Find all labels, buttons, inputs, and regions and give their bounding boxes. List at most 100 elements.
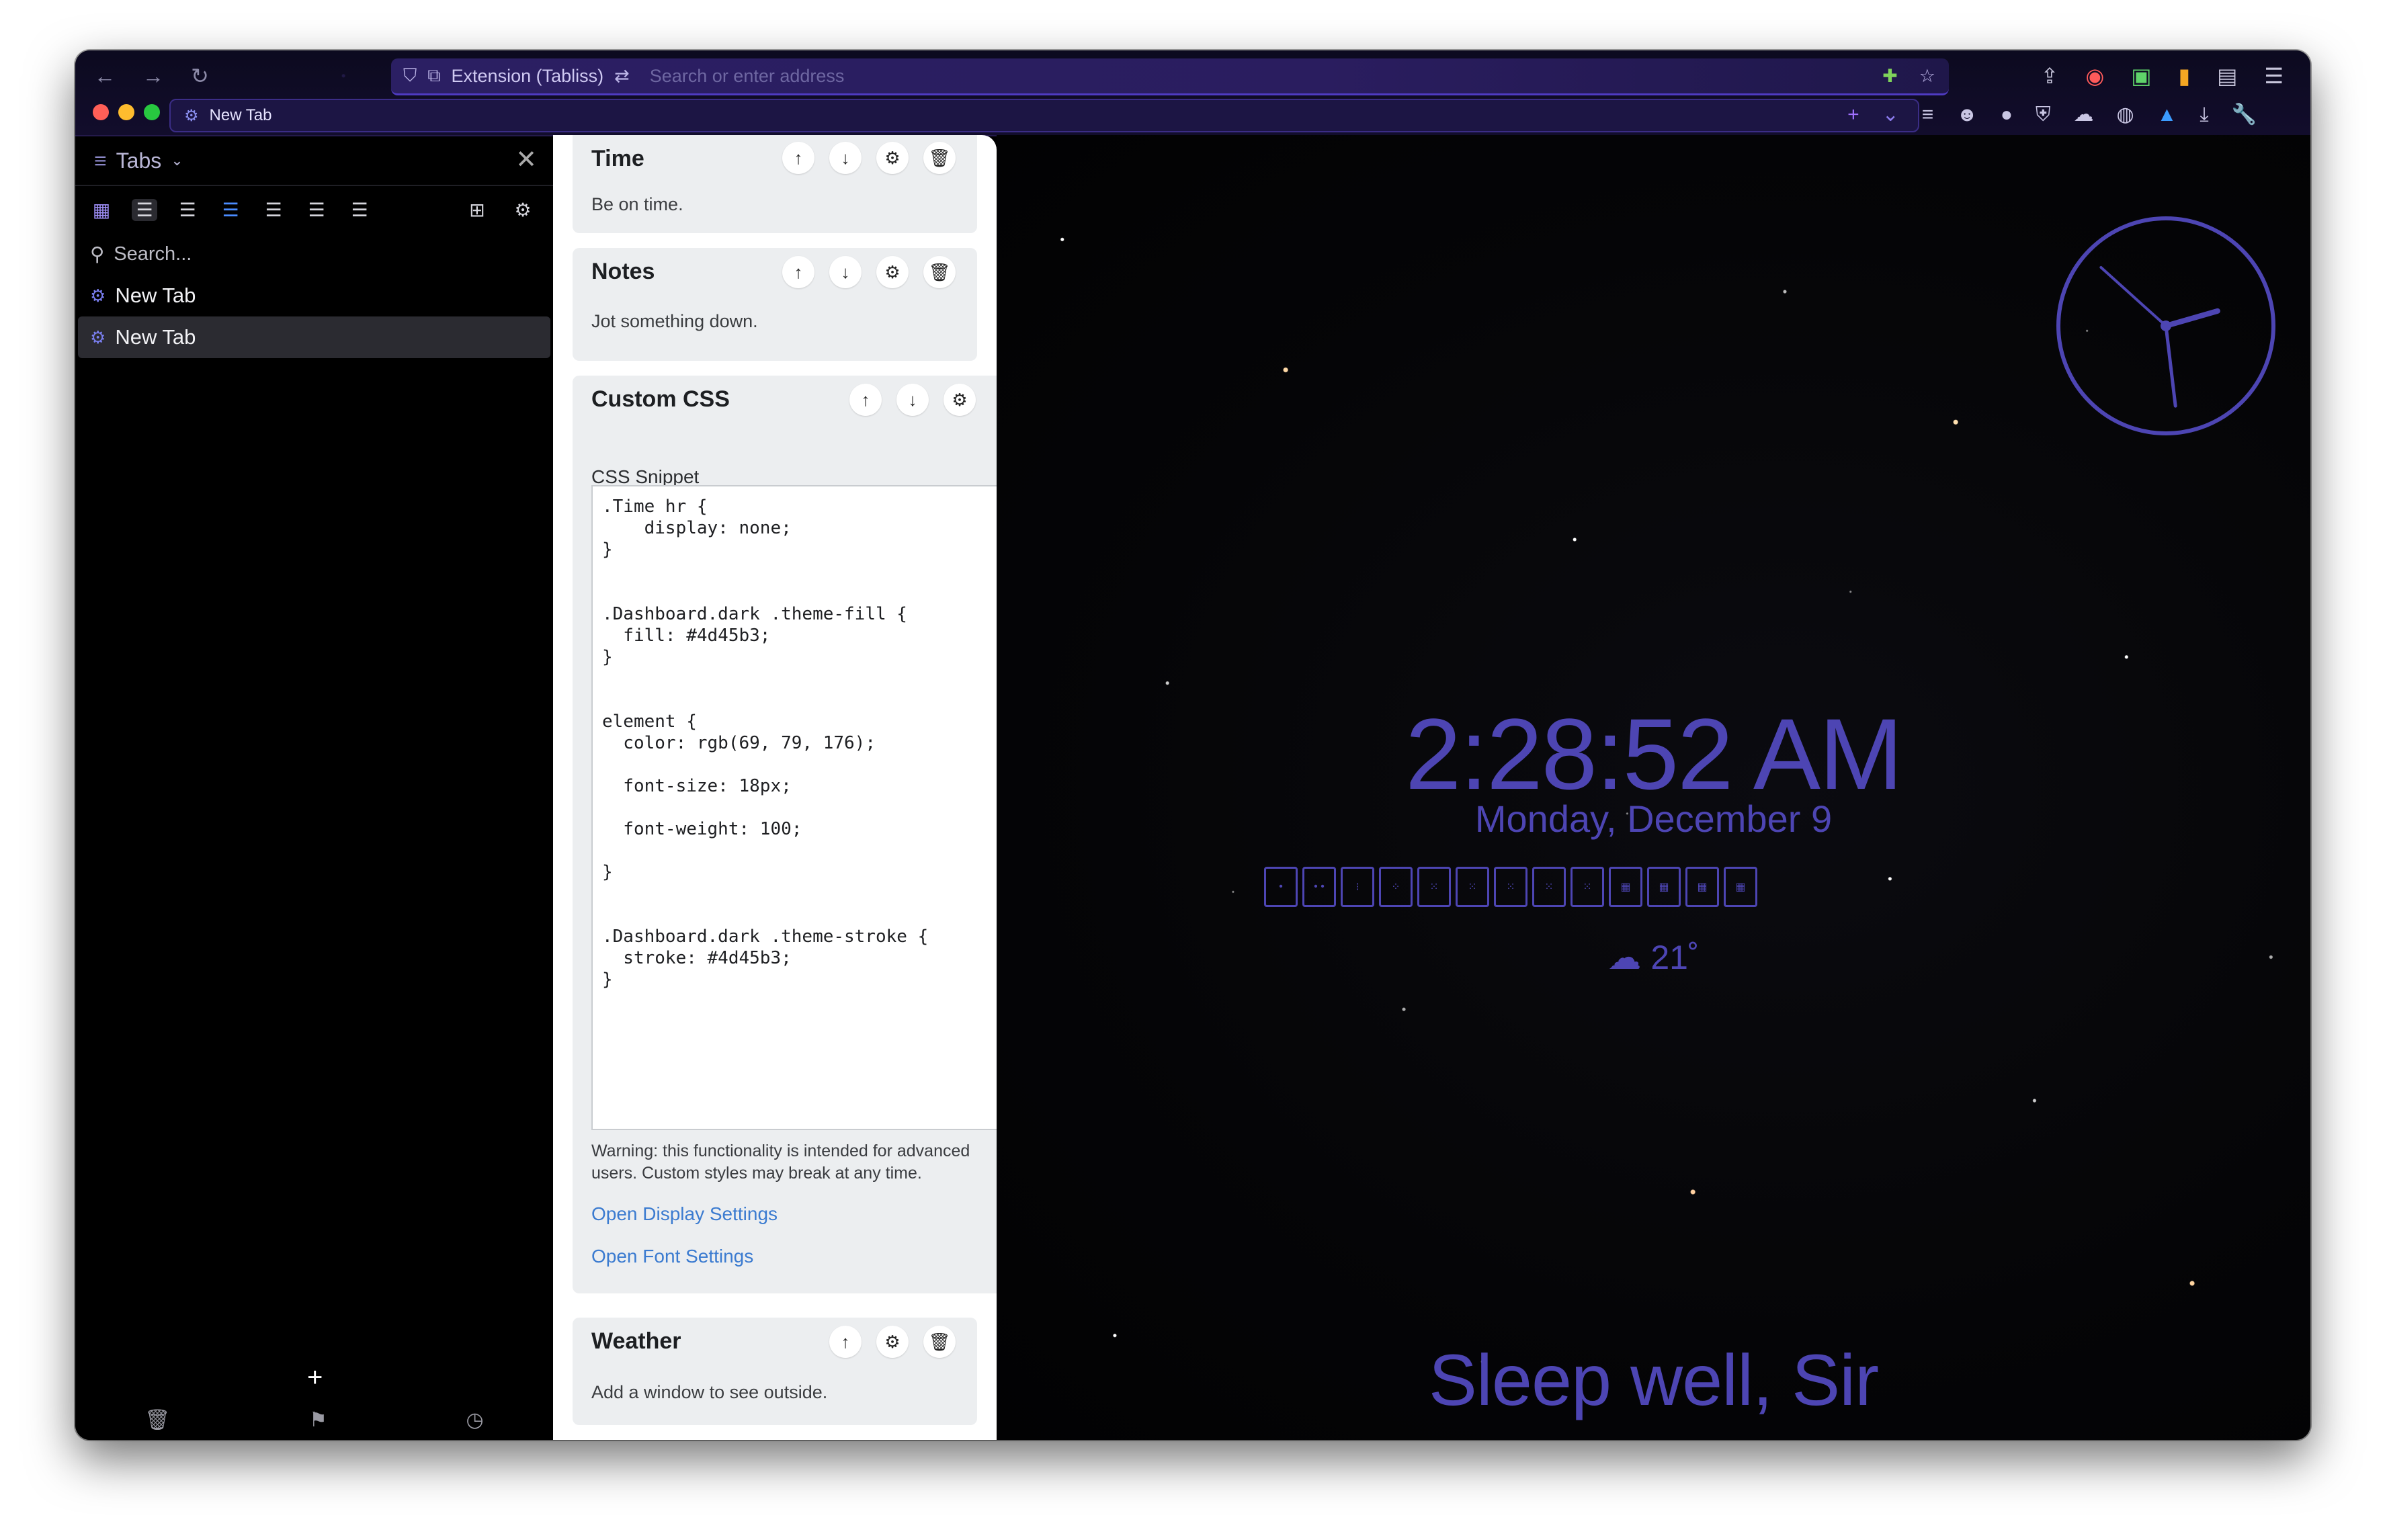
bookmark-star-icon[interactable]: ☆ xyxy=(1919,66,1935,87)
bluelock-extension-icon[interactable]: ▲ xyxy=(2157,100,2177,130)
sidebar-title[interactable]: Tabs xyxy=(116,148,162,173)
share-icon[interactable]: ⇪ xyxy=(2041,60,2059,92)
toolbar-right-icons: + ⌄ ≡ ☻ ● ⛨ ☁ ◍ ▲ ⤓ 🔧 xyxy=(1847,100,2257,130)
sidebar-search[interactable]: ⚲ Search... xyxy=(75,233,553,275)
card-title: Weather xyxy=(591,1328,681,1354)
move-down-icon[interactable]: ↓ xyxy=(829,142,862,174)
open-font-settings-link[interactable]: Open Font Settings xyxy=(591,1246,753,1267)
card-description: Add a window to see outside. xyxy=(591,1382,828,1402)
card-description: Jot something down. xyxy=(591,311,758,331)
clipboard-icon[interactable]: ▤ xyxy=(2217,60,2237,92)
browser-toolbar: ← → ↻ ⛉ ⧉ Extension (Tabliss) ⇄ Search o… xyxy=(75,50,2310,136)
sidebar-tabs-icon: ≡ xyxy=(94,148,107,173)
die-icon: ▦ xyxy=(1609,867,1642,907)
move-up-icon[interactable]: ↑ xyxy=(849,384,882,416)
card-actions: ↑ ⚙ 🗑 xyxy=(829,1326,956,1358)
compact-view-icon[interactable]: ☰ xyxy=(304,199,329,221)
tree-view-icon[interactable]: ☰ xyxy=(175,199,200,221)
owl-extension-icon[interactable]: ☻ xyxy=(1956,100,1978,130)
cloud-extension-icon[interactable]: ☁ xyxy=(2073,100,2093,130)
delete-trash-icon[interactable]: 🗑 xyxy=(923,1326,956,1358)
puzzle-icon[interactable]: ✚ xyxy=(1882,66,1898,87)
die-icon: ⁙ xyxy=(1532,867,1566,907)
sidebar-tab-item[interactable]: ⚙ New Tab xyxy=(78,275,550,316)
shield-icon[interactable]: ⛉ xyxy=(403,65,417,87)
delete-trash-icon[interactable]: 🗑 xyxy=(923,142,956,174)
forward-icon[interactable]: → xyxy=(142,60,164,92)
move-down-icon[interactable]: ↓ xyxy=(829,256,862,288)
die-icon: ▦ xyxy=(1685,867,1719,907)
url-bar[interactable]: ⛉ ⧉ Extension (Tabliss) ⇄ Search or ente… xyxy=(391,58,1949,95)
minimize-window-button[interactable] xyxy=(118,104,134,120)
sidebar-header: ≡ Tabs ⌄ ✕ xyxy=(75,136,553,186)
tab-favicon-icon: ⚙ xyxy=(90,327,106,347)
ublock-icon[interactable]: ⛨ xyxy=(2036,100,2051,130)
address-input[interactable]: Search or enter address xyxy=(650,66,845,87)
zoom-window-button[interactable] xyxy=(144,104,160,120)
scribble-extension-icon[interactable]: ◉ xyxy=(2085,60,2104,92)
sidebar-footer: 🗑 ⚑ ◷ xyxy=(75,1408,553,1432)
download-icon[interactable]: ⤓ xyxy=(2200,100,2208,130)
die-icon: • xyxy=(1264,867,1298,907)
move-up-icon[interactable]: ↑ xyxy=(782,142,814,174)
grid-view-icon[interactable]: ▦ xyxy=(89,199,114,221)
move-down-icon[interactable]: ↓ xyxy=(896,384,929,416)
flat-view-icon[interactable]: ☰ xyxy=(347,199,372,221)
trash-icon[interactable]: 🗑 xyxy=(144,1408,170,1432)
cloud-icon: ☁ xyxy=(1607,939,1642,976)
nav-buttons: ← → ↻ xyxy=(94,60,209,92)
hour-hand xyxy=(2163,308,2220,329)
move-up-icon[interactable]: ↑ xyxy=(782,256,814,288)
card-title: Notes xyxy=(591,259,655,284)
new-tab-plus-icon[interactable]: + xyxy=(1847,100,1859,130)
minute-hand xyxy=(2164,324,2177,408)
add-tab-button[interactable]: + xyxy=(307,1363,323,1393)
sidebar-tab-item-selected[interactable]: ⚙ New Tab xyxy=(78,316,550,358)
tab-favicon-icon: ⚙ xyxy=(184,106,199,125)
outline-view-icon[interactable]: ☰ xyxy=(218,199,243,221)
settings-gear-icon[interactable]: ⚙ xyxy=(876,1326,909,1358)
settings-gear-icon[interactable]: ⚙ xyxy=(876,142,909,174)
dashboard: 2:28:52 AM Monday, December 9 • • • ⁝ ⁘ … xyxy=(997,135,2310,1440)
reload-icon[interactable]: ↻ xyxy=(191,60,209,92)
move-up-icon[interactable]: ↑ xyxy=(829,1326,862,1358)
card-actions: ↑ ↓ ⚙ 🗑 xyxy=(782,256,956,288)
active-tab[interactable]: New Tab xyxy=(210,106,272,125)
die-icon: ⁙ xyxy=(1571,867,1604,907)
delete-trash-icon[interactable]: 🗑 xyxy=(923,256,956,288)
extension-label: Extension (Tabliss) xyxy=(451,65,604,86)
temperature-value: 21˚ xyxy=(1650,939,1700,976)
permissions-icon[interactable]: ⇄ xyxy=(614,66,630,87)
close-window-button[interactable] xyxy=(93,104,109,120)
s-extension-icon[interactable]: ▣ xyxy=(2131,60,2151,92)
greeting-text: Sleep well, Sir xyxy=(1428,1339,1879,1420)
list-view-icon[interactable]: ☰ xyxy=(132,198,157,221)
tab-list-chevron-icon[interactable]: ⌄ xyxy=(1882,100,1899,130)
circle-extension-icon[interactable]: ● xyxy=(2001,100,2013,130)
menu-icon[interactable]: ☰ xyxy=(2264,60,2284,92)
search-input[interactable]: Search... xyxy=(114,243,192,265)
css-snippet-textarea[interactable]: .Time hr { display: none; } .Dashboard.d… xyxy=(591,485,997,1130)
card-actions: ↑ ↓ ⚙ xyxy=(849,384,976,416)
gear-icon[interactable]: ⚙ xyxy=(510,199,536,221)
history-clock-icon[interactable]: ◷ xyxy=(466,1408,483,1432)
chart-extension-icon[interactable]: ▮ xyxy=(2178,60,2190,92)
ghost-extension-icon[interactable]: ◍ xyxy=(2116,100,2134,130)
card-actions: ↑ ↓ ⚙ 🗑 xyxy=(782,142,956,174)
bookmark-icon[interactable]: ⚑ xyxy=(309,1408,327,1432)
indent-view-icon[interactable]: ☰ xyxy=(261,199,286,221)
back-icon[interactable]: ← xyxy=(94,60,116,92)
chevron-down-icon[interactable]: ⌄ xyxy=(171,152,183,169)
toolbar-extensions: ⇪ ◉ ▣ ▮ ▤ ☰ xyxy=(2041,60,2284,92)
sidebar-tabs-icon[interactable]: ≡ xyxy=(1922,100,1934,130)
die-icon: ⁙ xyxy=(1417,867,1451,907)
settings-gear-icon[interactable]: ⚙ xyxy=(876,256,909,288)
tab-favicon-icon: ⚙ xyxy=(90,285,106,306)
settings-gear-icon[interactable]: ⚙ xyxy=(944,384,976,416)
custom-css-widget-card: Custom CSS ↑ ↓ ⚙ CSS Snippet .Time hr { … xyxy=(573,376,997,1293)
open-display-settings-link[interactable]: Open Display Settings xyxy=(591,1203,778,1225)
wrench-icon[interactable]: 🔧 xyxy=(2232,100,2257,130)
close-icon[interactable]: ✕ xyxy=(515,144,537,175)
new-group-icon[interactable]: ⊞ xyxy=(464,199,490,221)
time-widget-card: Time ↑ ↓ ⚙ 🗑 Be on time. xyxy=(573,135,977,233)
